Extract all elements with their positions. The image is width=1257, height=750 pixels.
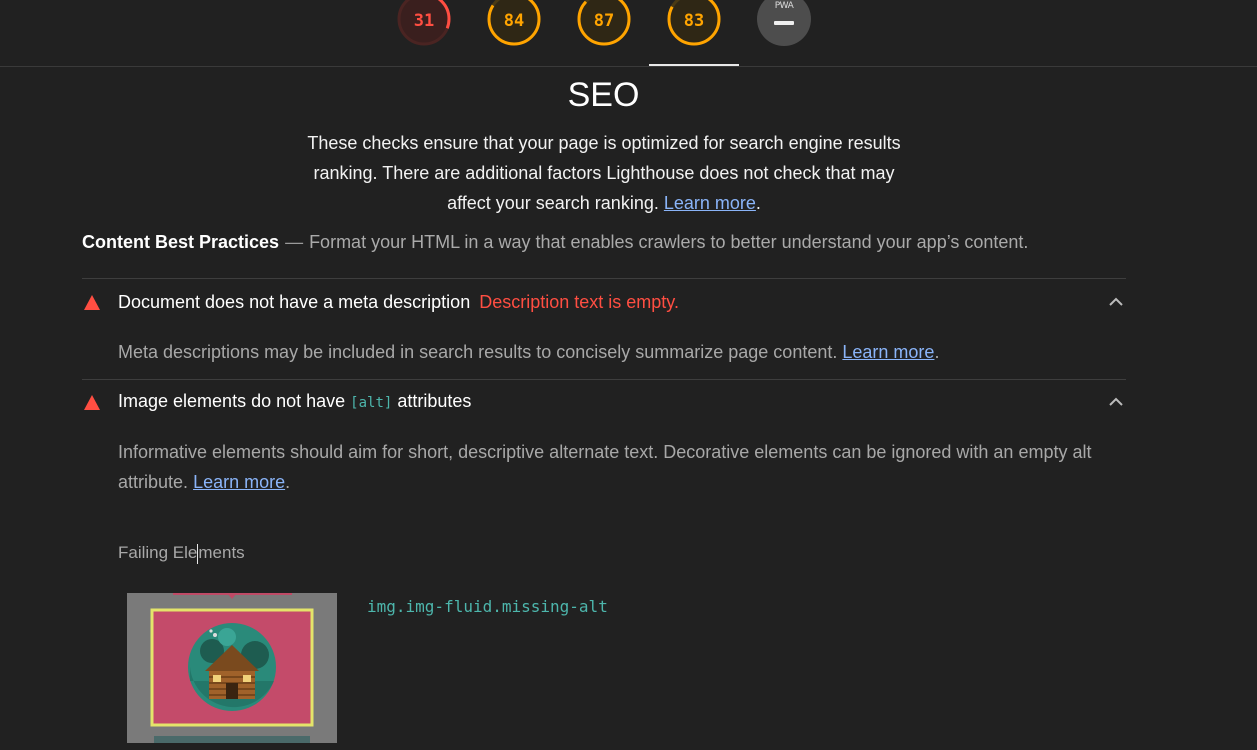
category-description: These checks ensure that your page is op… — [307, 133, 901, 213]
audit-learn-more-link[interactable]: Learn more — [842, 342, 934, 362]
category-title: SEO — [567, 76, 640, 114]
score-value: 84 — [503, 11, 525, 31]
chevron-up-icon[interactable] — [1109, 397, 1123, 407]
audit-code-alt: [alt] — [350, 395, 393, 411]
score-value: 87 — [593, 11, 615, 31]
score-gauge-performance[interactable]: 31 — [397, 0, 451, 46]
active-tab-indicator — [649, 64, 739, 66]
failing-elements-heading: Failing Elements — [118, 543, 245, 564]
score-gauge-pwa[interactable]: PWA — [757, 0, 811, 46]
divider — [82, 278, 1126, 279]
audit-display-value: Description text is empty. — [479, 292, 679, 312]
chevron-up-icon[interactable] — [1109, 297, 1123, 307]
fail-triangle-icon — [84, 295, 100, 310]
score-gauge-best-practices[interactable]: 87 — [577, 0, 631, 46]
pwa-dash-icon — [774, 21, 794, 25]
group-title: Content Best Practices — [82, 232, 280, 252]
score-value: 31 — [413, 11, 435, 31]
cabin-image — [127, 593, 337, 743]
audit-description: Informative elements should aim for shor… — [118, 442, 1092, 492]
element-screenshot-thumbnail[interactable] — [127, 593, 337, 743]
category-learn-more-link[interactable]: Learn more — [664, 193, 756, 213]
score-gauge-seo[interactable]: 83 — [667, 0, 721, 46]
audit-learn-more-link[interactable]: Learn more — [193, 472, 285, 492]
failing-element-selector: img.img-fluid.missing-alt — [367, 597, 608, 616]
group-header: Content Best Practices — Format your HTML … — [82, 232, 1028, 253]
pwa-label: PWA — [774, 1, 794, 11]
group-description: Format your HTML in a way that enables c… — [309, 232, 1029, 252]
score-gauge-accessibility[interactable]: 84 — [487, 0, 541, 46]
score-value: 83 — [683, 11, 705, 31]
group-separator: — — [285, 232, 304, 252]
fail-triangle-icon — [84, 395, 100, 410]
divider — [82, 379, 1126, 380]
audit-title-image-alt[interactable]: Image elements do not have [alt] attribu… — [118, 391, 471, 412]
audit-description: Meta descriptions may be included in sea… — [118, 342, 940, 362]
scores-header: 31 84 87 83 PWA — [0, 0, 1257, 67]
audit-title-meta-description[interactable]: Document does not have a meta descriptio… — [118, 292, 679, 313]
